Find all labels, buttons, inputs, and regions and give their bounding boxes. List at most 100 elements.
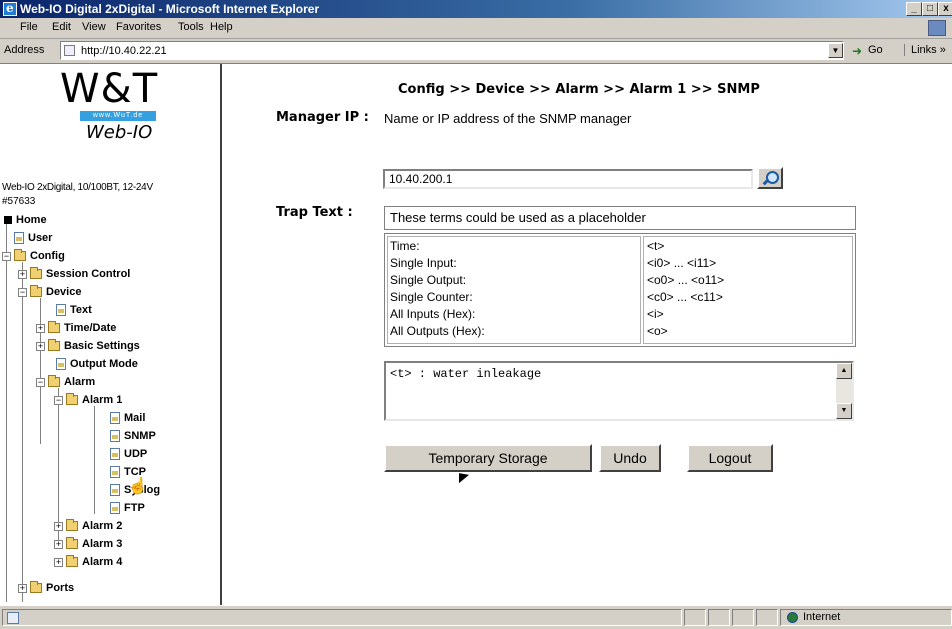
window-title-bar: Web-IO Digital 2xDigital - Microsoft Int… (0, 0, 952, 18)
menu-edit[interactable]: Edit (52, 21, 71, 33)
logo-url: www.WuT.de (92, 112, 144, 119)
placeholder-code: <t> (647, 239, 665, 253)
windows-logo-icon (928, 20, 946, 36)
go-label: Go (868, 44, 883, 56)
folder-open-icon (14, 249, 26, 261)
expand-icon[interactable]: + (36, 342, 45, 351)
placeholder-name: Single Output: (390, 273, 467, 287)
address-bar: Address http://10.40.22.21 ▼ ➜ Go Links … (0, 39, 952, 64)
device-description: Web-IO 2xDigital, 10/100BT, 12-24V (2, 182, 153, 193)
folder-open-icon (48, 375, 60, 387)
placeholder-title: These terms could be used as a placehold… (390, 210, 646, 225)
placeholder-code: <i> (647, 307, 664, 321)
undo-button[interactable]: Undo (599, 444, 661, 472)
navigation-pane: W&T www.WuT.de Web-IO Web-IO 2xDigital, … (0, 64, 222, 605)
expand-icon[interactable]: + (54, 522, 63, 531)
logout-button[interactable]: Logout (687, 444, 773, 472)
address-input[interactable]: http://10.40.22.21 (60, 41, 844, 60)
status-message (2, 609, 682, 626)
status-pane (708, 609, 730, 626)
breadcrumb: Config >> Device >> Alarm >> Alarm 1 >> … (398, 82, 760, 97)
document-icon (56, 304, 66, 316)
placeholder-code: <i0> ... <i11> (647, 256, 717, 270)
window-title: Web-IO Digital 2xDigital - Microsoft Int… (20, 2, 320, 16)
folder-open-icon (30, 285, 42, 297)
go-arrow-icon: ➜ (852, 44, 863, 58)
webio-logo-text: Web-IO (86, 122, 153, 143)
tree-line (40, 298, 41, 444)
document-icon (110, 430, 120, 442)
placeholder-name: Time: (390, 239, 420, 253)
document-icon (14, 232, 24, 244)
ie-icon (3, 1, 17, 16)
status-pane (684, 609, 706, 626)
hand-cursor-icon: ☝ (128, 478, 148, 495)
manager-ip-input[interactable] (383, 169, 753, 189)
textarea-scrollbar[interactable]: ▲ ▼ (836, 363, 852, 419)
status-bar: Internet (0, 605, 952, 629)
tree-line (94, 406, 95, 514)
folder-icon (30, 581, 42, 593)
manager-ip-label: Manager IP : (276, 110, 369, 125)
menu-help[interactable]: Help (210, 21, 233, 33)
document-icon (110, 502, 120, 514)
placeholder-code: <o0> ... <o11> (647, 273, 725, 287)
collapse-icon[interactable]: − (54, 396, 63, 405)
placeholder-code: <c0> ... <c11> (647, 290, 723, 304)
manager-ip-help: Name or IP address of the SNMP manager (384, 111, 632, 126)
menu-view[interactable]: View (82, 21, 106, 33)
expand-icon[interactable]: + (18, 584, 27, 593)
document-icon (110, 484, 120, 496)
expand-icon[interactable]: + (54, 540, 63, 549)
address-url: http://10.40.22.21 (81, 45, 167, 57)
collapse-icon[interactable]: − (18, 288, 27, 297)
folder-icon (48, 321, 60, 333)
menu-bar: File Edit View Favorites Tools Help (0, 18, 952, 39)
folder-icon (48, 339, 60, 351)
trap-text-label: Trap Text : (276, 205, 353, 220)
temporary-storage-button[interactable]: Temporary Storage (384, 444, 592, 472)
collapse-icon[interactable]: − (36, 378, 45, 387)
minimize-button[interactable]: _ (906, 2, 922, 16)
folder-icon (66, 555, 78, 567)
scroll-down-icon[interactable]: ▼ (836, 403, 852, 419)
placeholder-name: Single Counter: (390, 290, 473, 304)
address-label: Address (4, 44, 45, 56)
search-button[interactable] (757, 167, 783, 189)
wt-logo: W&T (60, 66, 159, 112)
search-icon-handle (762, 179, 769, 186)
document-icon (56, 358, 66, 370)
placeholder-name: All Inputs (Hex): (390, 307, 476, 321)
close-button[interactable]: x (938, 2, 952, 16)
zone-label: Internet (803, 611, 841, 623)
scroll-up-icon[interactable]: ▲ (836, 363, 852, 379)
page-status-icon (7, 612, 19, 624)
trap-text-value: <t> : water inleakage (390, 367, 542, 381)
expand-icon[interactable]: + (36, 324, 45, 333)
links-button[interactable]: Links » (904, 44, 946, 56)
menu-favorites[interactable]: Favorites (116, 21, 161, 33)
address-dropdown-button[interactable]: ▼ (828, 43, 843, 58)
folder-icon (66, 519, 78, 531)
expand-icon[interactable]: + (54, 558, 63, 567)
security-zone: Internet (780, 609, 952, 626)
home-icon (4, 216, 12, 224)
tree-line (6, 224, 7, 602)
maximize-button[interactable]: □ (922, 2, 938, 16)
folder-open-icon (66, 393, 78, 405)
status-pane (756, 609, 778, 626)
placeholder-code: <o> (647, 324, 668, 338)
folder-icon (30, 267, 42, 279)
menu-tools[interactable]: Tools (178, 21, 204, 33)
tree-line (22, 262, 23, 602)
placeholder-name: All Outputs (Hex): (390, 324, 485, 338)
collapse-icon[interactable]: − (2, 252, 11, 261)
menu-file[interactable]: File (20, 21, 38, 33)
folder-icon (66, 537, 78, 549)
trap-text-textarea[interactable]: <t> : water inleakage ▲ ▼ (384, 361, 854, 421)
status-pane (732, 609, 754, 626)
document-icon (110, 448, 120, 460)
device-number: #57633 (2, 196, 36, 207)
page-icon (64, 45, 75, 56)
expand-icon[interactable]: + (18, 270, 27, 279)
